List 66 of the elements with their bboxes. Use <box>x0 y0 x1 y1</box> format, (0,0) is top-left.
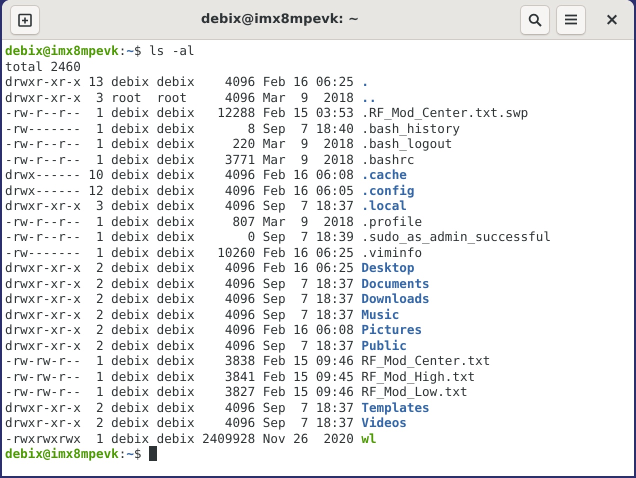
file-details: drwxr-xr-x 2 debix debix 4096 Feb 16 06:25 <box>5 260 354 276</box>
prompt-user-host: debix@imx8mpevk <box>5 446 119 462</box>
file-name: Desktop <box>361 260 414 276</box>
file-details: drwxr-xr-x 2 debix debix 4096 Sep 7 18:37 <box>5 276 354 291</box>
file-details: drwxr-xr-x 2 debix debix 4096 Feb 16 06:08 <box>5 322 354 338</box>
prompt-symbol: $ <box>134 43 142 58</box>
file-details: -rw-r--r-- 1 debix debix 807 Mar 9 2018 <box>5 214 354 229</box>
file-name: Music <box>361 306 400 322</box>
file-details: drwx------ 10 debix debix 4096 Feb 16 06:08 <box>5 167 354 182</box>
prompt-path: ~ <box>126 43 134 58</box>
output-text: total 2460 <box>5 58 81 74</box>
file-details: drwxr-xr-x 2 debix debix 4096 Sep 7 18:37 <box>5 400 354 415</box>
search-button[interactable] <box>520 4 550 34</box>
file-name: .cache <box>361 167 407 182</box>
file-details: drwxr-xr-x 13 debix debix 4096 Feb 16 06:25 <box>5 74 354 90</box>
file-details: drwxr-xr-x 2 debix debix 4096 Sep 7 18:37 <box>5 291 354 306</box>
file-details: -rw-rw-r-- 1 debix debix 3827 Feb 15 09:46 <box>5 384 354 400</box>
file-name: RF_Mod_Low.txt <box>361 384 468 400</box>
prompt-symbol: $ <box>134 446 142 462</box>
file-name: .bash_logout <box>361 136 452 152</box>
file-name: Pictures <box>361 322 422 338</box>
file-details: -rw------- 1 debix debix 8 Sep 7 18:40 <box>5 120 354 136</box>
file-details: -rwxrwxrwx 1 debix debix 2409928 Nov 26 2020 <box>5 430 354 446</box>
prompt-separator: : <box>118 43 126 58</box>
file-name: Public <box>361 338 407 353</box>
file-name: .bash_history <box>361 120 460 136</box>
file-details: -rw-r--r-- 1 debix debix 220 Mar 9 2018 <box>5 136 354 152</box>
file-details: drwxr-xr-x 2 debix debix 4096 Sep 7 18:37 <box>5 306 354 322</box>
file-name: RF_Mod_High.txt <box>361 368 476 384</box>
file-name: Templates <box>361 400 430 415</box>
file-details: -rw-rw-r-- 1 debix debix 3838 Feb 15 09:46 <box>5 353 354 368</box>
file-name: .sudo_as_admin_successful <box>361 229 551 244</box>
file-name: Downloads <box>361 291 430 306</box>
new-tab-button[interactable] <box>10 4 40 34</box>
file-details: -rw-r--r-- 1 debix debix 3771 Mar 9 2018 <box>5 152 354 167</box>
file-name: .bashrc <box>361 152 414 167</box>
file-details: drwxr-xr-x 3 root root 4096 Mar 9 2018 <box>5 90 354 105</box>
menu-icon <box>565 14 577 25</box>
file-name: .local <box>361 198 407 214</box>
file-details: -rw-rw-r-- 1 debix debix 3841 Feb 15 09:45 <box>5 368 354 384</box>
file-name: .. <box>361 90 377 105</box>
search-icon <box>528 12 542 26</box>
file-details: drwxr-xr-x 2 debix debix 4096 Sep 7 18:37 <box>5 415 354 430</box>
new-tab-icon <box>18 12 32 26</box>
prompt-separator: : <box>118 446 126 462</box>
command-text: ls -al <box>148 43 195 58</box>
close-button[interactable]: × <box>598 6 626 34</box>
file-name: .RF_Mod_Center.txt.swp <box>361 105 528 120</box>
file-name: Videos <box>361 415 407 430</box>
file-name: .profile <box>361 214 422 229</box>
file-details: drwx------ 12 debix debix 4096 Feb 16 06:05 <box>5 182 354 198</box>
file-details: -rw------- 1 debix debix 10260 Feb 16 06:25 <box>5 244 354 260</box>
file-name: . <box>361 74 369 90</box>
file-name: .viminfo <box>361 244 422 260</box>
window-title: debix@imx8mpevk: ~ <box>200 12 360 27</box>
file-name: RF_Mod_Center.txt <box>361 353 490 368</box>
file-details: -rw-r--r-- 1 debix debix 12288 Feb 15 03:53 <box>5 105 354 120</box>
file-name: Documents <box>361 276 430 291</box>
prompt-user-host: debix@imx8mpevk <box>5 43 119 58</box>
prompt-path: ~ <box>126 446 134 462</box>
file-details: -rw-r--r-- 1 debix debix 0 Sep 7 18:39 <box>5 229 354 244</box>
file-details: drwxr-xr-x 2 debix debix 4096 Sep 7 18:37 <box>5 338 354 353</box>
file-details: drwxr-xr-x 3 debix debix 4096 Sep 7 18:37 <box>5 198 354 214</box>
file-name: wl <box>361 430 377 446</box>
menu-button[interactable] <box>556 4 586 34</box>
file-name: .config <box>361 182 414 198</box>
